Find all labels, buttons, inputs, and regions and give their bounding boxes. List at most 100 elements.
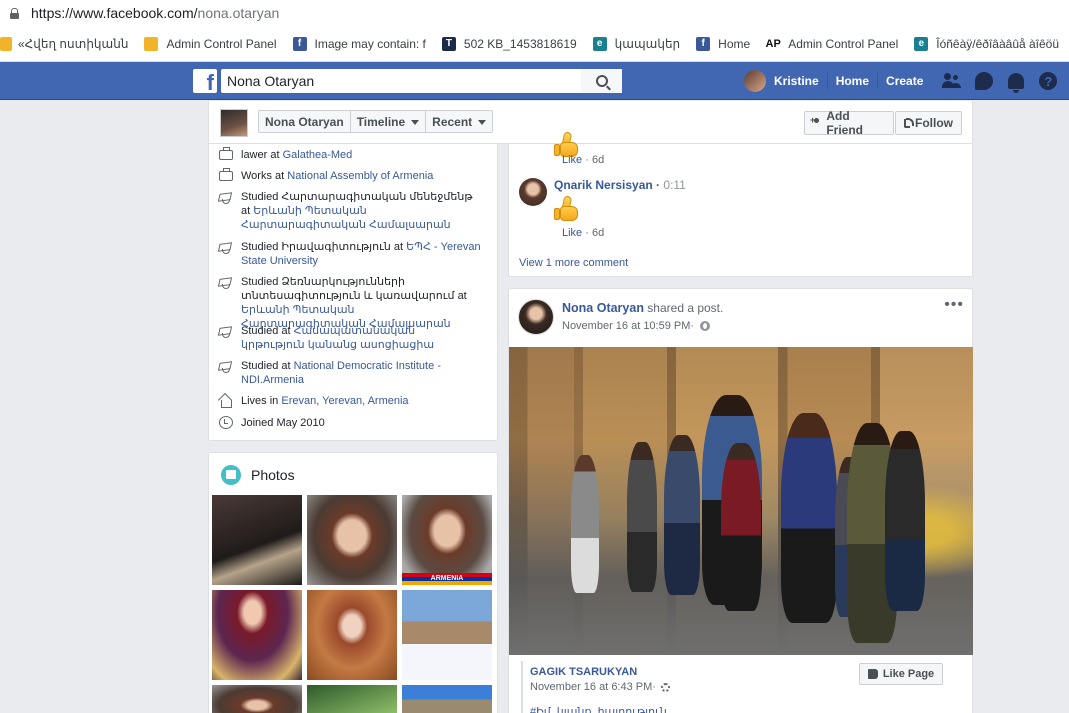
bookmark-item[interactable]: f Home	[696, 36, 750, 51]
shared-post-timestamp: November 16 at 6:43 PM	[530, 681, 653, 693]
post-card: Nona Otaryan shared a post. November 16 …	[508, 288, 973, 713]
tab-label: Recent	[432, 115, 473, 129]
like-link[interactable]: Like	[562, 154, 582, 166]
photo-thumbnail[interactable]	[402, 590, 492, 680]
intro-item: Works at National Assembly of Armenia	[219, 168, 481, 183]
intro-prefix: Studied Իրավագիտություն at	[241, 241, 407, 253]
intro-link[interactable]: Erevan, Yerevan, Armenia	[281, 395, 408, 407]
intro-link[interactable]: National Assembly of Armenia	[287, 170, 433, 182]
photo-thumbnail[interactable]	[402, 685, 492, 713]
facebook-icon: f	[696, 36, 711, 51]
bookmark-item[interactable]: f Image may contain: f	[292, 36, 426, 51]
photo-thumbnail[interactable]	[307, 495, 397, 585]
add-friend-button[interactable]: Add Friend	[804, 109, 894, 137]
post-photo[interactable]	[509, 347, 973, 655]
intro-item: Studied at National Democratic Institute…	[219, 359, 481, 387]
like-link[interactable]: Like	[562, 227, 582, 239]
bookmark-item[interactable]: AP Admin Control Panel	[765, 37, 899, 51]
chevron-down-icon	[478, 120, 487, 125]
t-logo-icon: T	[441, 36, 456, 51]
intro-prefix: Studied at	[241, 360, 294, 372]
friend-requests-button[interactable]	[941, 70, 963, 92]
like-page-button[interactable]: Like Page	[859, 663, 943, 685]
shared-post-author-link[interactable]: GAGIK TSARUKYAN	[530, 666, 637, 678]
intro-prefix: lawer at	[241, 149, 283, 161]
post-title: Nona Otaryan shared a post.	[562, 301, 723, 315]
ap-logo-icon: AP	[765, 37, 781, 50]
intro-link[interactable]: Երևանի Պետական Հարտարագիտական Համալսարան	[241, 205, 451, 231]
help-button[interactable]: ?	[1037, 70, 1059, 92]
profile-thumbnail[interactable]	[220, 109, 248, 137]
post-timestamp: November 16 at 10:59 PM	[562, 320, 691, 332]
bookmark-item[interactable]: «Հվեղ ոստիկանն	[0, 36, 128, 51]
photos-header[interactable]: Photos	[221, 465, 295, 485]
bookmark-item[interactable]: T 502 KB_1453818619	[441, 36, 577, 51]
photo-thumbnail[interactable]: ARMENIA	[402, 495, 492, 585]
separator: ·	[690, 320, 695, 332]
intro-text: Studied Իրավագիտություն at ԵՊՀ - Yerevan…	[241, 240, 481, 268]
avatar[interactable]	[519, 178, 547, 206]
photo-thumbnail[interactable]	[212, 685, 302, 713]
separator: ·	[652, 681, 656, 693]
education-icon	[219, 277, 233, 291]
e-logo-icon: e	[914, 36, 929, 51]
nav-right: Kristine Home Create ?	[744, 62, 1059, 100]
work-icon	[219, 147, 233, 160]
facebook-icon: f	[292, 36, 307, 51]
comment-meta: Like · 6d	[562, 227, 605, 239]
hashtag-link[interactable]: #Իմ_կյանք_հայրություն	[530, 705, 667, 713]
education-icon	[219, 326, 233, 340]
photo-thumbnail[interactable]	[307, 590, 397, 680]
thumbs-up-icon	[867, 669, 878, 679]
shared-post-date[interactable]: November 16 at 6:43 PM ·	[530, 681, 670, 693]
avatar[interactable]	[744, 70, 766, 92]
more-options-icon[interactable]: •••	[944, 297, 964, 313]
tab-timeline[interactable]: Timeline	[351, 111, 427, 132]
bookmark-item[interactable]: e Îóñêàÿ/êðîâàâûå àîêöü	[914, 36, 1060, 51]
education-icon	[219, 361, 233, 375]
facebook-logo-icon[interactable]: f	[193, 69, 217, 94]
lock-icon	[10, 7, 19, 19]
intro-text: Studied Հարտարագիտական մենեջմենթ at Երևա…	[241, 190, 481, 232]
url-text[interactable]: https://www.facebook.com/nona.otaryan	[31, 5, 279, 21]
bookmark-item[interactable]: Admin Control Panel	[144, 36, 277, 51]
intro-text: Works at National Assembly of Armenia	[241, 169, 481, 183]
intro-item: Studied Ձեռնարկությունների տնտեսագիտությ…	[219, 275, 481, 331]
shared-post-indicator	[521, 661, 523, 713]
profile-link[interactable]: Kristine	[772, 74, 827, 88]
notifications-button[interactable]	[1005, 70, 1027, 93]
bookmark-label: կապակեր	[614, 36, 681, 51]
intro-prefix: Works at	[241, 170, 288, 182]
bell-icon	[1008, 73, 1025, 93]
post-action-text: shared a post.	[643, 301, 724, 315]
url-host: https://www.facebook.com/	[31, 5, 198, 21]
home-link[interactable]: Home	[828, 74, 877, 88]
view-more-comments-link[interactable]: View 1 more comment	[519, 257, 628, 269]
follow-button[interactable]: Follow	[895, 111, 962, 135]
search-button[interactable]	[581, 69, 622, 93]
intro-prefix: Studied Ձեռնարկությունների տնտեսագիտությ…	[241, 276, 467, 302]
search-input[interactable]	[221, 69, 622, 93]
orange-logo-icon	[0, 36, 12, 51]
post-author-link[interactable]: Nona Otaryan	[562, 301, 644, 315]
intro-card: lawer at Galathea-Med Works at National …	[208, 144, 498, 441]
comment-timestamp: 0:11	[663, 178, 686, 192]
photos-icon	[221, 465, 241, 485]
messenger-button[interactable]	[973, 70, 995, 92]
intro-link[interactable]: Galathea-Med	[283, 149, 353, 161]
create-link[interactable]: Create	[878, 74, 931, 88]
address-bar[interactable]: https://www.facebook.com/nona.otaryan	[0, 0, 1069, 26]
comment-age: 6d	[591, 227, 605, 239]
bookmark-item[interactable]: e կապակեր	[592, 36, 681, 51]
comment-meta: Like · 6d	[562, 154, 605, 166]
photo-thumbnail[interactable]	[212, 495, 302, 585]
photo-thumbnail[interactable]	[212, 590, 302, 680]
photo-thumbnail[interactable]	[307, 685, 397, 713]
avatar[interactable]	[518, 299, 554, 335]
bookmark-label: Image may contain: f	[314, 36, 426, 51]
tab-profile-name[interactable]: Nona Otaryan	[259, 111, 351, 132]
tab-recent[interactable]: Recent	[426, 111, 492, 132]
post-date[interactable]: November 16 at 10:59 PM ·	[562, 320, 711, 332]
bookmark-label: Îóñêàÿ/êðîâàâûå àîêöü	[936, 36, 1060, 51]
comment-author[interactable]: Qnarik Nersisyan · 0:11	[554, 178, 686, 192]
